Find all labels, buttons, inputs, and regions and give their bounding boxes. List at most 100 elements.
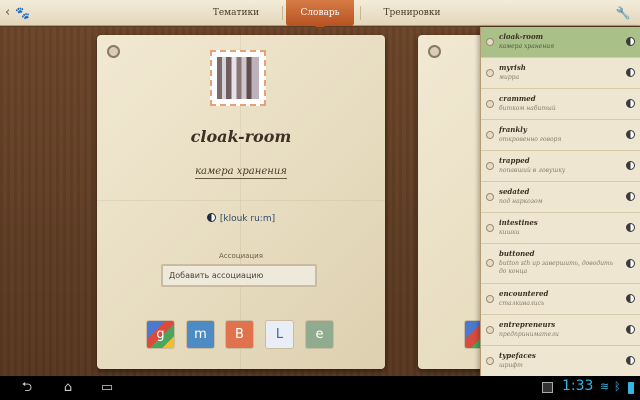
tab-topics[interactable]: Тематики: [196, 0, 276, 26]
learn-status-icon: [486, 193, 494, 201]
google-translate-button[interactable]: g: [146, 320, 175, 349]
word-list-item[interactable]: entrepreneurs предприниматели: [481, 315, 640, 346]
word-list-item[interactable]: crammed битком набитый: [481, 89, 640, 120]
chevron-left-icon: ‹: [5, 5, 11, 20]
tab-training[interactable]: Тренировки: [372, 0, 452, 26]
speaker-icon[interactable]: [626, 192, 635, 201]
card-translation[interactable]: камера хранения: [97, 166, 385, 179]
word-image: [217, 57, 259, 99]
learn-status-icon: [486, 295, 494, 303]
list-translation: камера хранения: [499, 43, 555, 50]
next-word-card[interactable]: [418, 35, 488, 369]
list-word: buttoned: [499, 249, 535, 258]
tab-dictionary[interactable]: Словарь: [286, 0, 354, 31]
lingvo-icon: L: [275, 327, 284, 342]
multitran-button[interactable]: m: [186, 320, 215, 349]
list-translation: button sth up завершить, доводить до кон…: [499, 260, 613, 275]
pronunciation-button[interactable]: e: [305, 320, 334, 349]
list-word: myrish: [499, 63, 526, 72]
gallery-notification-icon[interactable]: [542, 382, 553, 393]
system-navigation-bar: ⮌ ⌂ ▭ 1:33 ≋ ᛒ: [0, 376, 640, 400]
word-card: cloak-room камера хранения [klouk ru:m] …: [97, 35, 385, 369]
speaker-icon[interactable]: [626, 161, 635, 170]
list-translation: попавший в ловушку: [499, 167, 566, 174]
list-word: encountered: [499, 289, 549, 298]
ear-icon: e: [315, 327, 324, 342]
speaker-icon[interactable]: [626, 37, 635, 46]
word-image-stamp[interactable]: [210, 50, 266, 106]
word-list-item[interactable]: trapped попавший в ловушку: [481, 151, 640, 182]
word-list-panel: cloak-room камера хранения myrish мирра …: [480, 27, 640, 376]
book-icon: B: [235, 327, 244, 342]
list-word: sedated: [499, 187, 530, 196]
list-word: entrepreneurs: [499, 320, 556, 329]
list-translation: под наркозом: [499, 198, 543, 205]
learn-status-icon: [486, 326, 494, 334]
speaker-icon[interactable]: [626, 356, 635, 365]
list-word: cloak-room: [499, 32, 544, 41]
learn-status-icon: [486, 131, 494, 139]
top-bar: ‹ 🐾 Тематики Словарь Тренировки 🔧: [0, 0, 640, 31]
card-pin-icon: [428, 45, 441, 58]
association-input[interactable]: Добавить ассоциацию: [161, 264, 317, 287]
word-list-item[interactable]: buttoned button sth up завершить, доводи…: [481, 244, 640, 284]
learn-status-icon: [486, 259, 494, 267]
card-fold: [97, 200, 385, 201]
speaker-icon[interactable]: [626, 130, 635, 139]
learn-status-icon: [486, 224, 494, 232]
word-list-item[interactable]: intestines кишки: [481, 213, 640, 244]
word-list-item[interactable]: sedated под наркозом: [481, 182, 640, 213]
wifi-icon: ≋: [600, 380, 610, 393]
list-translation: откровенно говоря: [499, 136, 562, 143]
tab-divider: [282, 6, 283, 20]
card-pin-icon[interactable]: [107, 45, 120, 58]
speaker-icon[interactable]: [626, 68, 635, 77]
word-list-item[interactable]: typefaces шрифт: [481, 346, 640, 376]
card-translation-text: камера хранения: [195, 166, 287, 179]
google-translate-icon: g: [156, 327, 165, 342]
speaker-icon[interactable]: [626, 259, 635, 268]
paw-icon: 🐾: [15, 6, 30, 20]
list-translation: битком набитый: [499, 105, 556, 112]
learn-status-icon: [486, 100, 494, 108]
list-word: typefaces: [499, 351, 536, 360]
lingvo-button[interactable]: L: [265, 320, 294, 349]
settings-button[interactable]: 🔧: [612, 3, 634, 23]
learn-status-icon: [486, 162, 494, 170]
card-transcription[interactable]: [klouk ru:m]: [97, 213, 385, 224]
recent-apps-icon[interactable]: ▭: [92, 378, 122, 398]
speaker-icon[interactable]: [626, 325, 635, 334]
tab-divider: [360, 6, 361, 20]
word-list-item[interactable]: cloak-room камера хранения: [481, 27, 640, 58]
wrench-icon: 🔧: [615, 6, 631, 20]
home-icon[interactable]: ⌂: [53, 378, 83, 398]
list-word: crammed: [499, 94, 536, 103]
battery-icon: [628, 382, 634, 394]
association-label: Ассоциация: [219, 252, 263, 260]
speaker-icon[interactable]: [626, 99, 635, 108]
word-list-item[interactable]: frankly откровенно говоря: [481, 120, 640, 151]
status-clock[interactable]: 1:33: [562, 378, 593, 394]
list-translation: мирра: [499, 74, 520, 81]
speaker-icon[interactable]: [206, 213, 216, 222]
back-arrow-icon[interactable]: ⮌: [12, 378, 42, 398]
list-translation: шрифт: [499, 362, 523, 369]
list-word: frankly: [499, 125, 527, 134]
list-translation: сталкивались: [499, 300, 545, 307]
word-list-item[interactable]: encountered сталкивались: [481, 284, 640, 315]
speaker-icon[interactable]: [626, 294, 635, 303]
list-translation: кишки: [499, 229, 520, 236]
back-button[interactable]: ‹ 🐾: [4, 4, 32, 22]
transcription-text: [klouk ru:m]: [219, 214, 276, 224]
word-list-item[interactable]: myrish мирра: [481, 58, 640, 89]
bluetooth-icon: ᛒ: [614, 380, 621, 393]
dictionary-tools: g m B L e: [146, 320, 346, 352]
dictionary-book-button[interactable]: B: [225, 320, 254, 349]
learn-status-icon: [486, 357, 494, 365]
card-word: cloak-room: [190, 127, 292, 146]
speaker-icon[interactable]: [626, 223, 635, 232]
multitran-icon: m: [194, 327, 207, 342]
learn-status-icon: [486, 69, 494, 77]
learn-status-icon: [486, 38, 494, 46]
list-word: trapped: [499, 156, 530, 165]
